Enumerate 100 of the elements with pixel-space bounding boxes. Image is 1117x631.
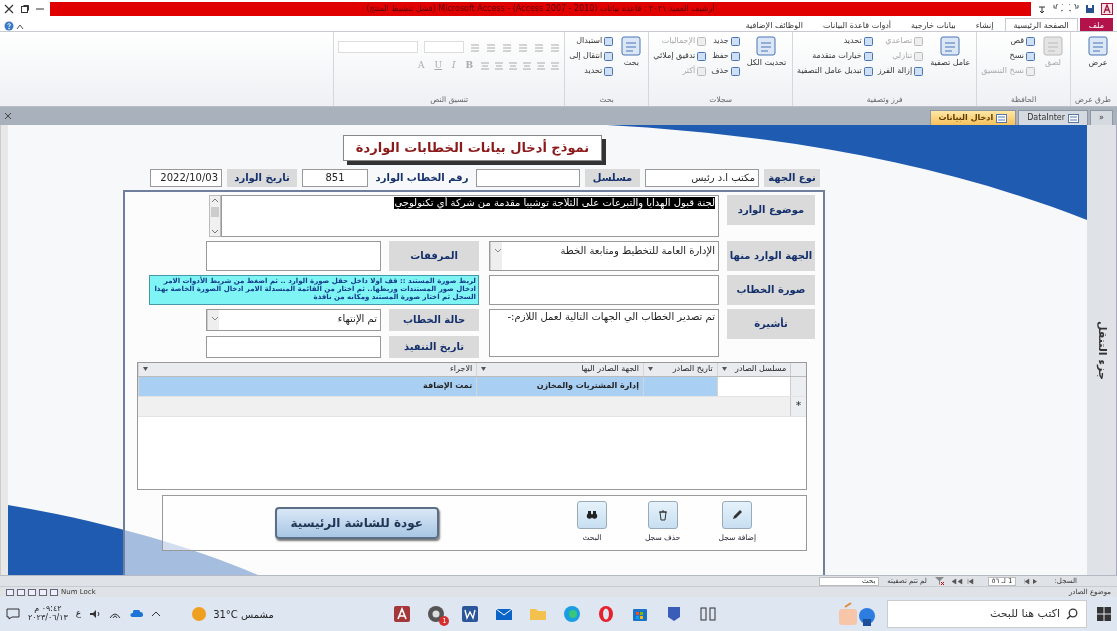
redo-icon[interactable] — [1053, 4, 1063, 14]
window-title: أرشيف العميد ٢٠٢١ : قاعدة بيانات (Access 2007 - 2010) - Microsoft Access (فشل تنشيط المنتج) — [50, 2, 1031, 16]
text-field[interactable]: 2022/10/03 — [150, 168, 222, 187]
ribbon-tab[interactable]: إنشاء — [966, 18, 1003, 31]
task-view-icon[interactable] — [699, 605, 718, 623]
column-header[interactable]: مسلسل الصادر — [716, 362, 791, 376]
ribbon-button[interactable]: خيارات متقدمة — [797, 50, 873, 62]
ribbon-tab[interactable]: الصفحة الرئيسية — [1004, 18, 1078, 31]
notification-icon[interactable] — [6, 608, 20, 620]
column-header[interactable]: تاريخ الصادر — [642, 362, 717, 376]
ribbon-button[interactable]: نسخ — [981, 50, 1035, 62]
ribbon-button[interactable]: تحديث الكل — [744, 35, 789, 94]
ribbon-button[interactable]: تدقيق إملائي — [653, 50, 707, 62]
speaker-icon[interactable] — [89, 609, 102, 619]
collapse-ribbon-icon[interactable] — [16, 23, 24, 31]
font-size-field[interactable] — [424, 41, 465, 53]
document-tab[interactable]: ادخال البيانات — [929, 110, 1017, 125]
column-header[interactable]: الاجراء — [138, 362, 477, 376]
toolbar-button[interactable] — [647, 501, 678, 530]
combo-box[interactable]: تم الإنتهاء — [206, 308, 381, 331]
scrollbar[interactable] — [209, 194, 221, 237]
field-label: حالة الخطاب — [389, 308, 479, 331]
browser-app-icon[interactable] — [427, 605, 446, 623]
toolbar-button[interactable] — [722, 501, 753, 530]
ribbon-button[interactable]: استبدال — [569, 35, 614, 47]
edge-browser-icon[interactable] — [563, 605, 582, 623]
column-header[interactable]: الجهة الصادر اليها — [476, 362, 643, 376]
text-area[interactable]: تم تصدير الخطاب الي الجهات التالية لعمل اللازم:- — [489, 308, 719, 357]
ribbon-button[interactable]: حذف — [711, 65, 740, 77]
search-highlight-drawing[interactable] — [837, 601, 877, 627]
ribbon-button[interactable]: تبديل عامل التصفية — [797, 65, 873, 77]
text-field[interactable] — [489, 274, 719, 305]
ribbon-tab[interactable]: الوظائف الإضافية — [736, 18, 812, 31]
font-name-field[interactable] — [338, 41, 419, 53]
access-app-icon[interactable] — [393, 605, 412, 623]
undo-icon[interactable] — [1069, 4, 1079, 14]
field-label: رقم الخطاب الوارد — [374, 171, 470, 186]
ribbon-button[interactable]: إزالة الفرز — [877, 65, 924, 77]
app-logo-icon — [1101, 3, 1113, 15]
text-field[interactable] — [206, 240, 381, 271]
windows-start-icon[interactable] — [1097, 607, 1111, 621]
opera-browser-icon[interactable] — [597, 605, 616, 623]
ribbon-button[interactable]: قص — [981, 35, 1035, 47]
back-to-home-button[interactable]: عودة للشاشة الرئيسية — [274, 506, 439, 539]
command-icon — [620, 35, 643, 57]
search-icon — [1066, 608, 1078, 620]
customize-arrow-icon[interactable] — [1037, 4, 1047, 14]
clock[interactable]: ٠٩:٤٢ م ٢٠٢٣/٠٦/١٣ — [28, 605, 68, 623]
ribbon-button[interactable]: عرض — [1085, 35, 1111, 94]
field-label: موضوع الوارد — [727, 194, 815, 225]
ribbon-button[interactable]: تحديد — [797, 35, 873, 47]
shutter-bar-toggle[interactable]: « — [1090, 110, 1113, 125]
field-label: صورة الخطاب — [727, 274, 815, 305]
field-label: المرفقات — [389, 240, 479, 271]
combo-box[interactable]: الإدارة العامة للتخطيط ومتابعة الخطة — [489, 240, 719, 271]
table-cell: إدارة المشتريات والمخازن — [476, 376, 643, 396]
sort-arrow-icon[interactable] — [647, 367, 653, 371]
restore-icon[interactable] — [20, 4, 30, 14]
ribbon-tab[interactable]: أدوات قاعدة البيانات — [814, 18, 901, 31]
navigation-pane-label[interactable]: جزء التنقل — [1093, 320, 1110, 380]
form-icon — [1068, 113, 1080, 123]
ribbon-button[interactable]: حفظ — [711, 50, 740, 62]
text-area[interactable]: لجنة قبول الهدايا والتبرعات على الثلاجة توشيبا مقدمة من شركة أي تكنولوجي — [221, 194, 719, 237]
word-app-icon[interactable] — [461, 605, 480, 623]
field-label: الجهة الوارد منها — [727, 240, 815, 271]
close-icon[interactable] — [4, 4, 14, 14]
ribbon-button[interactable]: تحديد — [569, 65, 614, 77]
command-icon — [755, 35, 778, 57]
save-icon[interactable] — [1085, 4, 1095, 14]
toolbar-button[interactable] — [576, 501, 607, 530]
text-field[interactable] — [476, 168, 580, 187]
help-icon[interactable] — [4, 21, 14, 31]
field-label: تأشيرة — [727, 308, 815, 339]
sort-arrow-icon[interactable] — [721, 367, 727, 371]
language-indicator[interactable]: ع — [75, 607, 82, 621]
field-label: مسلسل — [585, 168, 640, 187]
ribbon-button[interactable]: بحث — [618, 35, 645, 94]
no-filter-icon — [934, 577, 944, 585]
ribbon-button[interactable]: عامل تصفية — [928, 35, 973, 94]
command-icon — [939, 35, 962, 57]
chevron-up-icon[interactable] — [151, 610, 162, 618]
ribbon-button[interactable]: انتقال إلى — [569, 50, 614, 62]
form-icon — [996, 113, 1008, 123]
command-icon — [1042, 35, 1064, 57]
text-field[interactable]: 851 — [302, 168, 368, 187]
field-label: تاريخ الوارد — [227, 168, 297, 187]
document-tab[interactable]: DataInter — [1018, 110, 1089, 125]
cloud-icon[interactable] — [129, 610, 144, 618]
ribbon-tab[interactable]: ملف — [1079, 18, 1113, 31]
sort-arrow-icon[interactable] — [481, 367, 487, 371]
sort-arrow-icon[interactable] — [143, 367, 148, 371]
ribbon-tab[interactable]: بيانات خارجية — [902, 18, 965, 31]
taskbar-search-field[interactable]: اكتب هنا للبحث — [887, 600, 1087, 628]
command-icon — [1087, 35, 1109, 57]
field-label: تاريخ التنفيذ — [389, 335, 479, 358]
ribbon-button[interactable]: جديد — [711, 35, 740, 47]
weather-text[interactable]: 31°C مشمس — [213, 606, 274, 622]
text-field[interactable] — [206, 335, 381, 358]
text-field[interactable]: مكتب ا.د رئيس — [645, 168, 759, 187]
scrollbar[interactable] — [0, 125, 8, 575]
